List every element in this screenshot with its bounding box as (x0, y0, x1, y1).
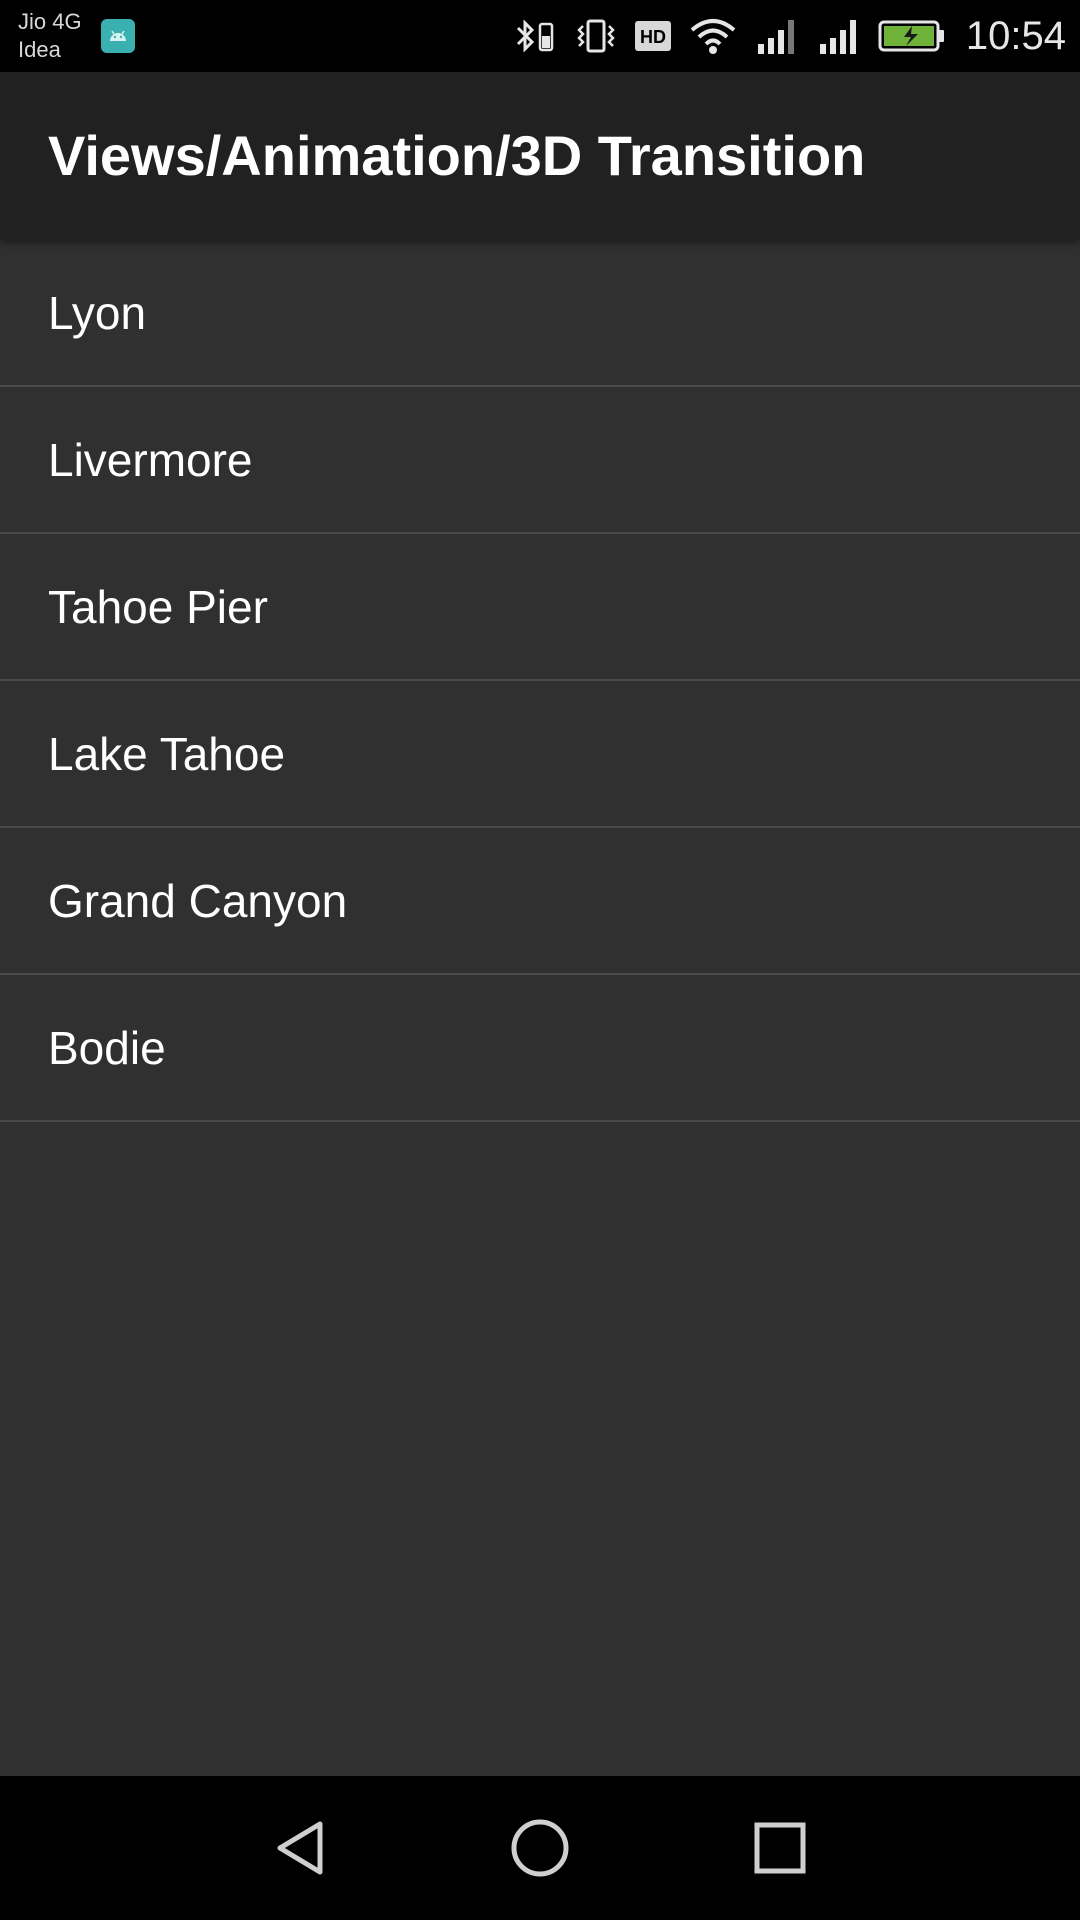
list-item-label: Bodie (48, 1021, 166, 1074)
back-button[interactable] (264, 1812, 336, 1884)
list-item[interactable]: Lyon (0, 240, 1080, 387)
clock: 10:54 (965, 13, 1066, 58)
list-item-label: Grand Canyon (48, 874, 348, 927)
page-title: Views/Animation/3D Transition (48, 124, 866, 187)
recents-button[interactable] (744, 1812, 816, 1884)
home-icon (511, 1819, 569, 1877)
signal-icon (816, 16, 862, 56)
list-item-label: Tahoe Pier (48, 580, 268, 633)
vibrate-icon (574, 16, 618, 56)
list-item-label: Livermore (48, 433, 253, 486)
recents-icon (754, 1822, 806, 1874)
bluetooth-icon (510, 16, 558, 56)
status-icons: HD 10:54 (510, 0, 1066, 72)
back-icon (277, 1821, 323, 1875)
list-item[interactable]: Grand Canyon (0, 828, 1080, 975)
list-item-label: Lyon (48, 286, 147, 339)
status-bar: Jio 4G Idea HD 10:54 (0, 0, 1080, 72)
android-notification-icon (101, 19, 135, 53)
home-button[interactable] (504, 1812, 576, 1884)
list-item[interactable]: Tahoe Pier (0, 534, 1080, 681)
list-item[interactable]: Bodie (0, 975, 1080, 1122)
carrier-primary: Jio 4G (18, 9, 82, 34)
list-item[interactable]: Livermore (0, 387, 1080, 534)
wifi-icon (688, 16, 738, 56)
hd-icon: HD (634, 19, 672, 53)
signal-icon (754, 16, 800, 56)
navigation-bar (0, 1776, 1080, 1920)
carrier-info: Jio 4G Idea (18, 8, 82, 64)
action-bar: Views/Animation/3D Transition (0, 72, 1080, 240)
list-item[interactable]: Lake Tahoe (0, 681, 1080, 828)
list-item-label: Lake Tahoe (48, 727, 286, 780)
carrier-secondary: Idea (18, 37, 61, 62)
battery-charging-icon (878, 16, 946, 56)
location-list: Lyon Livermore Tahoe Pier Lake Tahoe Gra… (0, 240, 1080, 1122)
svg-text:HD: HD (640, 27, 666, 47)
